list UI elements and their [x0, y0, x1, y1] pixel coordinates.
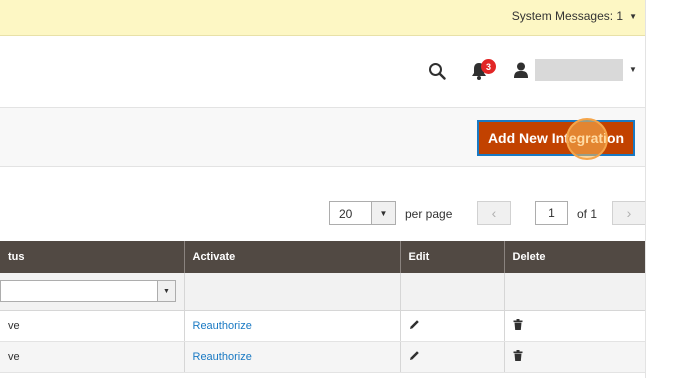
grid-filter-row: ▼ [0, 273, 646, 311]
system-messages-label: System Messages: 1 [511, 9, 624, 23]
caret-down-icon: ▼ [629, 11, 637, 21]
status-filter-cell: ▼ [0, 273, 185, 311]
trash-icon[interactable] [513, 349, 523, 361]
page-actions-bar: Add New Integration [0, 107, 645, 167]
chevron-left-icon: ‹ [491, 205, 497, 221]
system-messages-toggle[interactable]: System Messages: 1 ▼ [512, 9, 637, 23]
user-icon[interactable] [514, 62, 528, 78]
delete-cell [504, 341, 646, 373]
reauthorize-link[interactable]: Reauthorize [193, 351, 252, 363]
filter-cell [504, 273, 646, 311]
system-messages-bar: System Messages: 1 ▼ [0, 0, 645, 36]
caret-down-icon: ▼ [157, 281, 175, 302]
user-name-redacted[interactable] [535, 59, 623, 81]
page-right-margin [645, 0, 673, 378]
reauthorize-link[interactable]: Reauthorize [193, 320, 252, 332]
previous-page-button[interactable]: ‹ [477, 201, 511, 225]
chevron-right-icon: › [626, 205, 632, 221]
add-new-integration-button[interactable]: Add New Integration [477, 120, 635, 156]
per-page-value: 20 [339, 207, 353, 221]
table-row: ve Reauthorize [0, 310, 646, 342]
activate-cell: Reauthorize [184, 310, 401, 342]
status-filter-select[interactable]: ▼ [0, 280, 176, 303]
caret-down-icon[interactable]: ▼ [629, 65, 637, 74]
notification-count-badge: 3 [481, 59, 496, 74]
edit-cell [400, 310, 505, 342]
grid-header-row: tus Activate Edit Delete [0, 241, 646, 273]
delete-cell [504, 310, 646, 342]
admin-header: 3 ▼ [0, 36, 645, 106]
caret-down-icon: ▼ [371, 202, 395, 224]
current-page-input[interactable]: 1 [535, 201, 568, 225]
per-page-label: per page [405, 207, 453, 221]
status-cell: ve [0, 341, 185, 373]
column-header-delete[interactable]: Delete [504, 241, 646, 273]
filter-cell [400, 273, 505, 311]
integrations-grid: tus Activate Edit Delete ▼ ve Reauthoriz… [0, 241, 646, 373]
total-pages-label: of 1 [577, 207, 598, 221]
table-row: ve Reauthorize [0, 341, 646, 373]
column-header-edit[interactable]: Edit [400, 241, 505, 273]
activate-cell: Reauthorize [184, 341, 401, 373]
edit-cell [400, 341, 505, 373]
status-cell: ve [0, 310, 185, 342]
search-icon[interactable] [428, 62, 446, 80]
per-page-select[interactable]: 20 ▼ [329, 201, 396, 225]
next-page-button[interactable]: › [612, 201, 646, 225]
pencil-icon[interactable] [409, 319, 420, 330]
page: System Messages: 1 ▼ 3 ▼ Add New Integra… [0, 0, 673, 378]
filter-cell [184, 273, 401, 311]
grid-pager: 20 ▼ per page ‹ 1 of 1 › [0, 197, 673, 229]
column-header-activate[interactable]: Activate [184, 241, 401, 273]
pencil-icon[interactable] [409, 350, 420, 361]
trash-icon[interactable] [513, 318, 523, 330]
column-header-status[interactable]: tus [0, 241, 185, 273]
